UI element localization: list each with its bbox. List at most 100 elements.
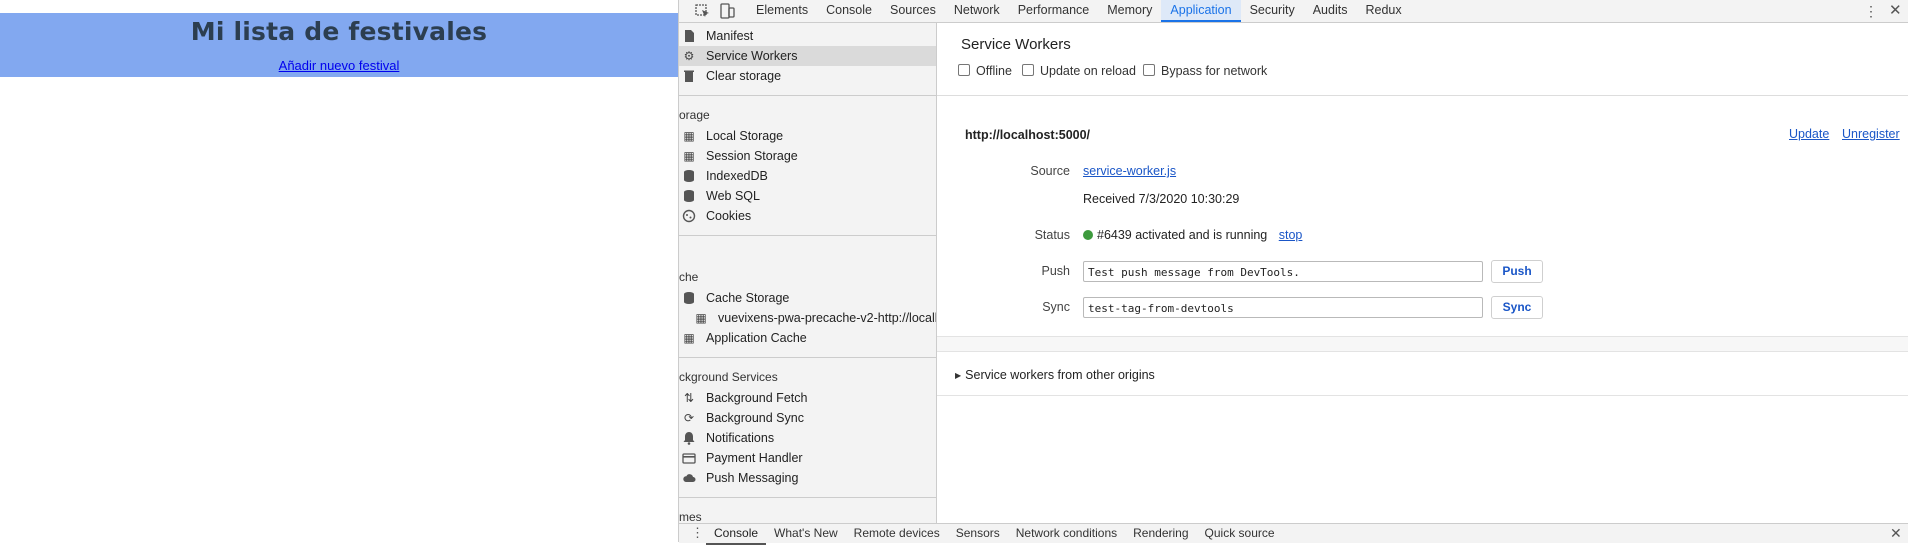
sidebar-item-background-sync[interactable]: ⟳ Background Sync [679, 408, 936, 428]
drawer-toolbar: ⋮ Console What's New Remote devices Sens… [679, 523, 1908, 545]
sidebar-item-indexeddb[interactable]: IndexedDB [679, 166, 936, 186]
trash-icon [682, 69, 696, 83]
checkbox-label: Update on reload [1040, 64, 1136, 78]
checkbox-box[interactable] [1143, 64, 1155, 76]
update-link[interactable]: Update [1789, 127, 1829, 141]
sidebar-heading-storage: orage [679, 108, 710, 122]
sidebar-item-label: Background Fetch [706, 391, 808, 405]
bypass-for-network-checkbox[interactable]: Bypass for network [1143, 64, 1267, 78]
tab-elements[interactable]: Elements [747, 0, 817, 22]
app-page: Mi lista de festivales Añadir nuevo fest… [0, 0, 678, 542]
sidebar-item-label: Cookies [706, 209, 752, 223]
sidebar-item-payment-handler[interactable]: Payment Handler [679, 448, 936, 468]
tab-application[interactable]: Application [1161, 0, 1241, 22]
device-toolbar-icon[interactable] [718, 2, 736, 20]
tab-network[interactable]: Network [945, 0, 1009, 22]
push-message-input[interactable]: Test push message from DevTools. [1083, 261, 1483, 282]
stop-link[interactable]: stop [1279, 228, 1303, 242]
sidebar-item-web-sql[interactable]: Web SQL [679, 186, 936, 206]
checkbox-label: Offline [976, 64, 1012, 78]
status-value: #6439 activated and is running stop [1083, 228, 1302, 242]
service-workers-pane: Service Workers Offline Update on reload… [937, 23, 1908, 523]
sidebar-item-application-cache[interactable]: ▦ Application Cache [679, 328, 936, 348]
bell-icon [682, 431, 696, 445]
pane-title: Service Workers [961, 36, 1071, 53]
sidebar-item-label: Cache Storage [706, 291, 790, 305]
checkbox-box[interactable] [1022, 64, 1034, 76]
section-divider [937, 395, 1908, 396]
up-down-arrows-icon: ⇅ [683, 391, 695, 405]
push-label: Push [1041, 264, 1071, 278]
sidebar-item-label: Background Sync [706, 411, 804, 425]
database-icon [682, 169, 696, 183]
add-festival-link[interactable]: Añadir nuevo festival [279, 58, 400, 73]
cloud-icon [682, 471, 696, 485]
sidebar-item-manifest[interactable]: Manifest [679, 26, 936, 46]
other-origins-label: Service workers from other origins [965, 368, 1155, 382]
checkbox-label: Bypass for network [1161, 64, 1268, 78]
sidebar-item-label: Session Storage [706, 149, 798, 163]
sidebar-heading-frames: mes [679, 510, 702, 523]
status-running-icon [1083, 230, 1093, 240]
database-icon [682, 291, 696, 305]
unregister-link[interactable]: Unregister [1842, 127, 1900, 141]
devtools-panel: Elements Console Sources Network Perform… [678, 0, 1908, 545]
sidebar-divider [679, 235, 936, 236]
sidebar-item-label: Local Storage [706, 129, 784, 143]
received-timestamp: Received 7/3/2020 10:30:29 [1083, 192, 1240, 206]
update-on-reload-checkbox[interactable]: Update on reload [1022, 64, 1136, 78]
sidebar-item-label: Push Messaging [706, 471, 799, 485]
other-origins-toggle[interactable]: ▶ Service workers from other origins [955, 368, 1155, 382]
credit-card-icon [682, 451, 696, 465]
close-devtools-icon[interactable]: ✕ [1889, 1, 1902, 19]
sidebar-heading-cache: che [679, 270, 699, 284]
sync-tag-input[interactable]: test-tag-from-devtools [1083, 297, 1483, 318]
sidebar-item-label: Notifications [706, 431, 775, 445]
sidebar-item-cache-storage[interactable]: Cache Storage [679, 288, 936, 308]
database-icon [682, 189, 696, 203]
more-options-icon[interactable]: ⋮ [1864, 3, 1878, 20]
tab-performance[interactable]: Performance [1009, 0, 1099, 22]
status-text: #6439 activated and is running [1097, 228, 1268, 242]
sidebar-item-cookies[interactable]: Cookies [679, 206, 936, 226]
drawer-menu-icon[interactable]: ⋮ [691, 525, 704, 541]
tab-sources[interactable]: Sources [881, 0, 945, 22]
grid-icon: ▦ [683, 149, 695, 163]
sync-button[interactable]: Sync [1491, 296, 1543, 319]
tab-security[interactable]: Security [1241, 0, 1304, 22]
devtools-tabs: Elements Console Sources Network Perform… [747, 0, 1411, 22]
sidebar-item-precache[interactable]: ▦ vuevixens-pwa-precache-v2-http://local… [679, 308, 936, 328]
service-worker-entry: http://localhost:5000/ Update Unregister… [937, 95, 1908, 319]
tab-audits[interactable]: Audits [1304, 0, 1357, 22]
sidebar-item-label: Application Cache [706, 331, 807, 345]
offline-checkbox[interactable]: Offline [958, 64, 1012, 78]
document-icon [682, 29, 696, 43]
tab-redux[interactable]: Redux [1356, 0, 1410, 22]
worker-origin: http://localhost:5000/ [965, 128, 1091, 142]
sidebar-divider [679, 497, 936, 498]
page-title: Mi lista de festivales [190, 17, 488, 46]
devtools-toolbar: Elements Console Sources Network Perform… [679, 0, 1908, 23]
sidebar-divider [679, 357, 936, 358]
sidebar-item-notifications[interactable]: Notifications [679, 428, 936, 448]
sidebar-item-background-fetch[interactable]: ⇅ Background Fetch [679, 388, 936, 408]
sidebar-item-session-storage[interactable]: ▦ Session Storage [679, 146, 936, 166]
tab-console[interactable]: Console [817, 0, 881, 22]
sidebar-item-clear-storage[interactable]: Clear storage [679, 66, 936, 86]
cookie-icon [682, 209, 696, 223]
checkbox-box[interactable] [958, 64, 970, 76]
sidebar-item-local-storage[interactable]: ▦ Local Storage [679, 126, 936, 146]
sidebar-item-label: vuevixens-pwa-precache-v2-http://localh [718, 311, 937, 325]
close-drawer-icon[interactable]: ✕ [1890, 524, 1902, 543]
sidebar-item-push-messaging[interactable]: Push Messaging [679, 468, 936, 488]
sync-icon: ⟳ [683, 411, 695, 425]
sidebar-item-label: Service Workers [706, 49, 798, 63]
source-file-link[interactable]: service-worker.js [1083, 164, 1176, 178]
sidebar-divider [679, 95, 936, 96]
push-button[interactable]: Push [1491, 260, 1543, 283]
sidebar-heading-background-services: ckground Services [679, 370, 778, 384]
inspect-element-icon[interactable] [694, 2, 712, 20]
sidebar-item-service-workers[interactable]: ⚙ Service Workers [679, 46, 936, 66]
tab-memory[interactable]: Memory [1098, 0, 1161, 22]
source-label: Source [1030, 164, 1070, 178]
